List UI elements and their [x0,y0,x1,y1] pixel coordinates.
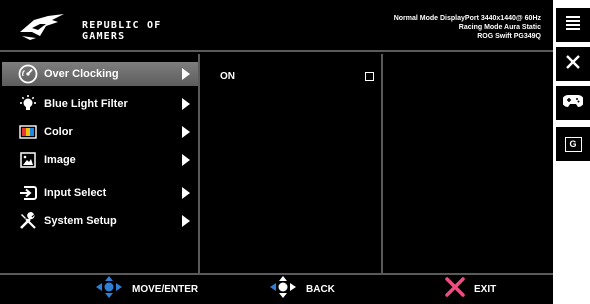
status-line3: ROG Swift PG349Q [477,33,541,40]
side-gameplus-button[interactable]: G [556,127,590,161]
osd-footer: MOVE/ENTER BACK EXIT [0,273,553,304]
gameplus-icon: G [564,136,582,152]
move-enter-label: MOVE/ENTER [132,284,199,295]
menu-item-label: Over Clocking [44,68,119,80]
chevron-right-icon [182,68,190,80]
chevron-right-icon [182,126,190,138]
back-label: BACK [306,284,335,295]
rog-logo: REPUBLIC OF GAMERS [18,10,168,44]
status-line2: Racing Mode Aura Static [458,24,541,31]
value-panel [385,54,553,273]
dpad-move-icon [94,275,124,304]
menu-item-blue-light-filter[interactable]: Blue Light Filter [2,92,198,116]
exit-label: EXIT [474,284,497,295]
side-gamevisual-button[interactable] [556,86,590,120]
menu-item-color[interactable]: Color [2,120,198,144]
option-checkbox[interactable] [365,72,374,81]
move-enter-hint: MOVE/ENTER [94,275,198,304]
exit-x-icon [444,276,466,303]
side-close-button[interactable] [556,47,590,81]
rog-eye-icon [20,14,64,40]
brand-line1: REPUBLIC OF [82,20,162,31]
submenu-option-label: ON [220,71,235,82]
side-menu-button[interactable] [556,8,590,42]
menu-item-system-setup[interactable]: System Setup [2,209,198,233]
color-palette-icon [18,122,38,142]
menu-item-label: Color [44,126,73,138]
light-bulb-icon [18,94,38,114]
tools-icon [18,211,38,231]
gamepad-icon [562,94,584,113]
menu-item-over-clocking[interactable]: Over Clocking [2,62,198,86]
exit-hint: EXIT [444,275,496,304]
main-menu: Over Clocking Blue Light Filter Color Im… [0,54,200,273]
menu-item-image[interactable]: Image [2,148,198,172]
chevron-right-icon [182,154,190,166]
brand-text: REPUBLIC OF GAMERS [82,20,161,42]
submenu-option-on[interactable]: ON [216,70,376,86]
gameplus-letter: G [569,138,577,149]
chevron-right-icon [182,98,190,110]
status-info: Normal Mode DisplayPort 3440x1440@ 60Hz … [394,14,541,41]
brand-line2: GAMERS [82,31,126,42]
menu-item-label: Image [44,154,76,166]
status-line1: Normal Mode DisplayPort 3440x1440@ 60Hz [393,15,541,22]
osd-header: REPUBLIC OF GAMERS Normal Mode DisplayPo… [0,0,553,52]
chevron-right-icon [182,215,190,227]
chevron-right-icon [182,187,190,199]
back-hint: BACK [268,275,335,304]
osd-panel: REPUBLIC OF GAMERS Normal Mode DisplayPo… [0,0,553,304]
menu-icon [565,15,581,36]
menu-item-label: Input Select [44,187,107,199]
dpad-back-icon [268,275,298,304]
menu-item-input-select[interactable]: Input Select [2,181,198,205]
submenu-panel: ON [202,54,383,273]
menu-item-label: System Setup [44,215,117,227]
close-icon [565,54,581,75]
menu-item-label: Blue Light Filter [44,98,128,110]
overclock-gauge-icon [18,64,38,84]
image-icon [18,150,38,170]
input-select-icon [18,183,38,203]
